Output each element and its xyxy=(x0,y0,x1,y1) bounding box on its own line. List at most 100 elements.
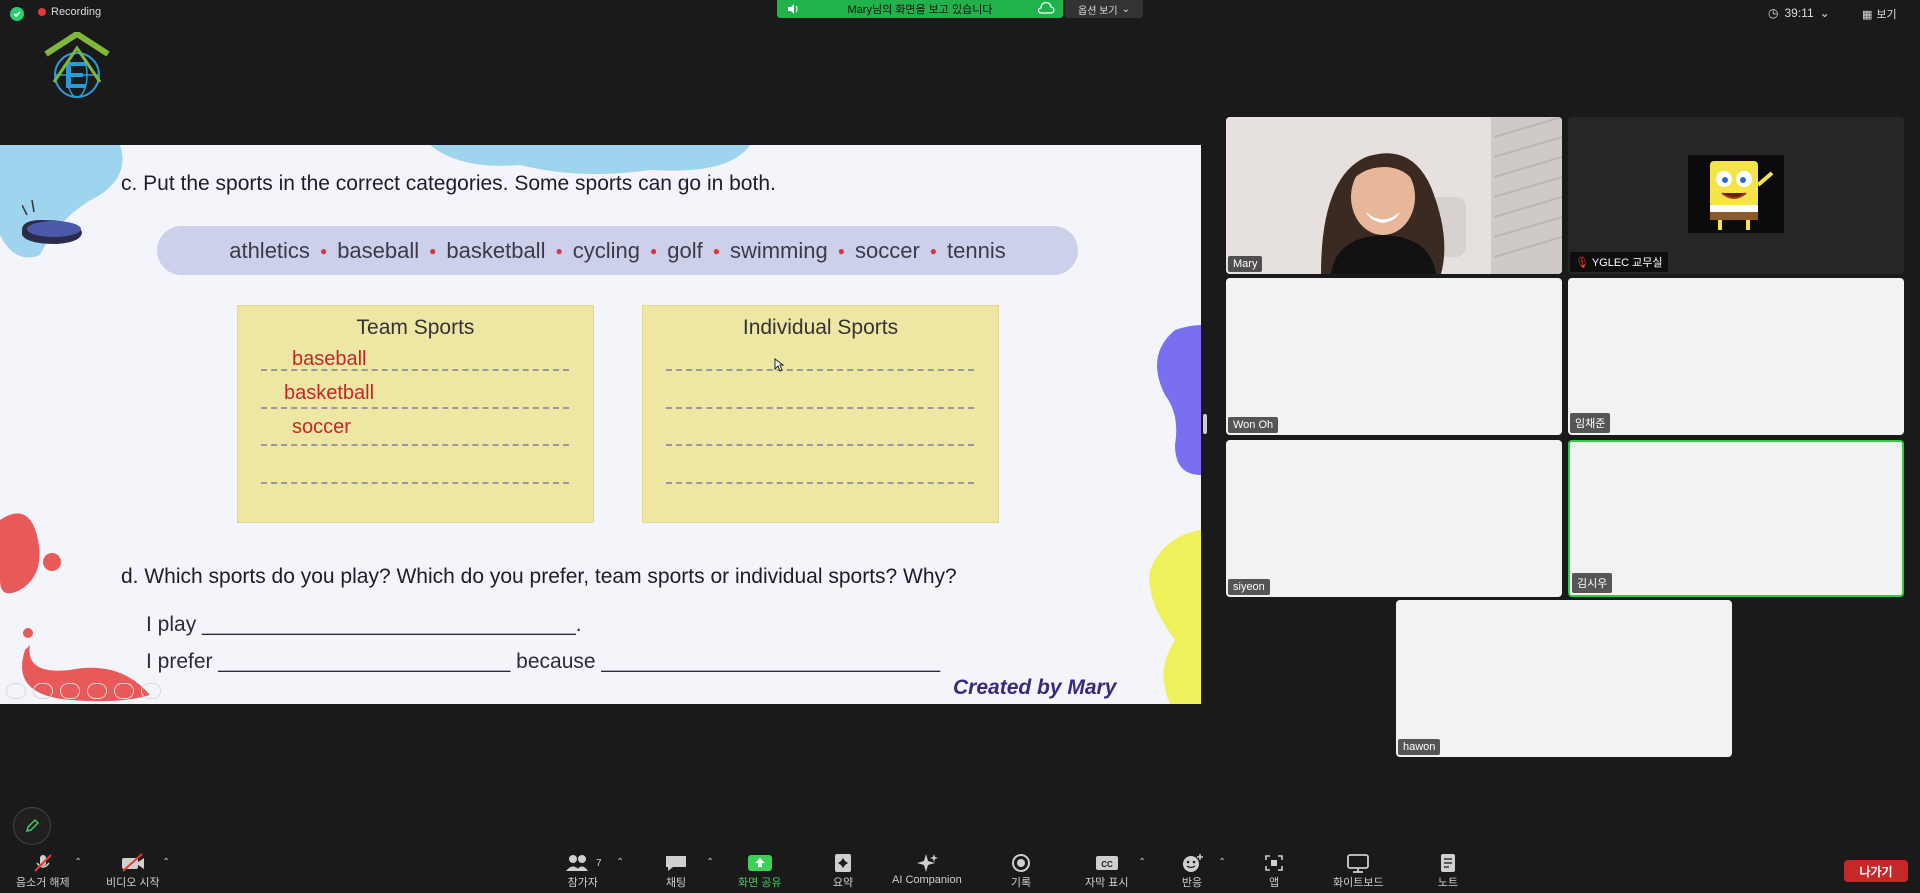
participants-label: 참가자 xyxy=(567,877,598,889)
share-screen-icon xyxy=(747,852,773,874)
organization-logo xyxy=(36,31,118,104)
participant-tile-siyeon[interactable]: siyeon xyxy=(1226,440,1562,597)
prev-slide-button[interactable] xyxy=(6,683,26,699)
participants-caret-icon[interactable]: ⌃ xyxy=(616,857,624,868)
whiteboard-button[interactable]: 화이트보드 xyxy=(1333,852,1384,890)
team-sports-title: Team Sports xyxy=(356,316,475,339)
bullet-icon: ● xyxy=(929,243,938,258)
security-shield-icon[interactable] xyxy=(10,7,24,21)
view-button[interactable]: ▦ 보기 xyxy=(1862,6,1897,22)
reactions-button[interactable]: 반응 xyxy=(1180,852,1204,890)
recording-dot-icon xyxy=(38,8,46,16)
participant-name: YGLEC 교무실 xyxy=(1591,257,1663,269)
participant-tile-won-oh[interactable]: Won Oh xyxy=(1226,278,1562,435)
participant-name-row: 🎙︎ YGLEC 교무실 xyxy=(1570,252,1668,272)
chevron-down-icon: ⌄ xyxy=(1819,6,1830,20)
participants-count: 7 xyxy=(596,857,602,869)
word-bank-item: baseball xyxy=(337,237,420,263)
zoom-tool-button[interactable] xyxy=(114,683,134,699)
summary-icon xyxy=(832,852,854,874)
leave-meeting-button[interactable]: 나가기 xyxy=(1844,860,1908,882)
question-c: c. Put the sports in the correct categor… xyxy=(121,172,776,195)
word-bank-item: athletics xyxy=(229,237,310,263)
pen-tool-button[interactable] xyxy=(60,683,80,699)
start-video-button[interactable]: 비디오 시작 xyxy=(106,852,160,890)
chevron-down-icon: ⌄ xyxy=(1121,3,1130,15)
hockey-puck-icon xyxy=(22,200,82,244)
meeting-timer[interactable]: ◷ 39:11 ⌄ xyxy=(1768,6,1830,20)
team-answer: basketball xyxy=(284,382,375,404)
cloud-icon[interactable] xyxy=(1037,1,1055,18)
prefer-sentence: I prefer _________________________ becau… xyxy=(146,650,941,673)
summary-button[interactable]: 요약 xyxy=(832,852,854,890)
participants-icon: 7 xyxy=(564,852,602,874)
participant-tile-yglec[interactable]: 🎙︎ YGLEC 교무실 xyxy=(1568,117,1904,274)
participant-tile-mary[interactable]: Mary xyxy=(1226,117,1562,274)
unmute-button[interactable]: 음소거 해제 xyxy=(16,852,70,890)
team-sports-box: Team Sports baseball basketball soccer xyxy=(237,305,594,523)
annotate-pencil-button[interactable] xyxy=(13,807,51,845)
word-bank: athletics ● baseball ● basketball ● cycling… xyxy=(157,226,1078,275)
speaker-icon xyxy=(787,3,801,18)
recording-indicator[interactable]: Recording xyxy=(38,6,101,18)
split-resize-handle[interactable] xyxy=(1203,414,1207,434)
answer-line xyxy=(666,407,974,409)
view-label: 보기 xyxy=(1876,9,1897,21)
ai-companion-button[interactable]: AI Companion xyxy=(892,852,962,886)
word-bank-item: soccer xyxy=(855,237,920,263)
bullet-icon: ● xyxy=(429,243,437,258)
ai-companion-label: AI Companion xyxy=(892,874,962,886)
share-screen-button[interactable]: 화면 공유 xyxy=(738,852,782,890)
participant-name: 임채준 xyxy=(1570,413,1611,433)
participant-tile-imchaejun[interactable]: 임채준 xyxy=(1568,278,1904,435)
chat-caret-icon[interactable]: ⌃ xyxy=(706,857,714,868)
team-answer: baseball xyxy=(292,348,367,370)
timer-value: 39:11 xyxy=(1784,6,1814,20)
apps-button[interactable]: 앱 xyxy=(1263,852,1285,890)
participant-tile-kimsiwoo[interactable]: 김시우 xyxy=(1568,440,1904,597)
decor-blob-purple xyxy=(1157,325,1201,475)
summary-label: 요약 xyxy=(832,877,854,889)
view-tool-button[interactable] xyxy=(87,683,107,699)
answer-line xyxy=(666,482,974,484)
answer-line xyxy=(666,369,974,371)
chat-icon xyxy=(664,852,688,874)
word-bank-item: cycling xyxy=(572,237,640,263)
share-banner-text: Mary님의 화면을 보고 있습니다 xyxy=(847,4,993,16)
reactions-caret-icon[interactable]: ⌃ xyxy=(1218,857,1226,868)
notes-button[interactable]: 노트 xyxy=(1437,852,1459,890)
start-video-label: 비디오 시작 xyxy=(106,877,160,889)
clock-icon: ◷ xyxy=(1768,6,1779,20)
participants-button[interactable]: 7 참가자 xyxy=(564,852,602,890)
mouse-cursor-icon xyxy=(774,358,784,372)
audio-options-caret-icon[interactable]: ⌃ xyxy=(74,857,82,868)
next-slide-button[interactable] xyxy=(33,683,53,699)
captions-button[interactable]: CC 자막 표시 xyxy=(1085,852,1129,890)
unmute-label: 음소거 해제 xyxy=(16,877,70,889)
svg-text:CC: CC xyxy=(1101,860,1113,869)
recording-label: Recording xyxy=(51,6,102,18)
individual-sports-box: Individual Sports xyxy=(642,305,999,523)
whiteboard-icon xyxy=(1346,852,1370,874)
video-off-icon xyxy=(120,852,146,874)
slide-navigation[interactable] xyxy=(6,683,161,699)
decor-blob-yellow xyxy=(1149,530,1201,704)
decor-blob-red xyxy=(0,513,150,702)
record-button[interactable]: 기록 xyxy=(1010,852,1032,890)
reactions-label: 반응 xyxy=(1181,877,1203,889)
record-label: 기록 xyxy=(1010,877,1032,889)
more-tool-button[interactable] xyxy=(141,683,161,699)
participant-name: hawon xyxy=(1398,739,1441,755)
participant-name: Won Oh xyxy=(1228,417,1279,433)
view-options-button[interactable]: 옵션 보기 ⌄ xyxy=(1065,0,1143,18)
play-sentence: I play ________________________________. xyxy=(146,613,582,636)
view-options-label: 옵션 보기 xyxy=(1078,5,1118,17)
participant-name: 김시우 xyxy=(1572,573,1613,593)
captions-caret-icon[interactable]: ⌃ xyxy=(1138,857,1146,868)
chat-button[interactable]: 채팅 xyxy=(664,852,688,890)
mary-video-feed xyxy=(1226,117,1562,274)
video-options-caret-icon[interactable]: ⌃ xyxy=(162,857,170,868)
participant-tile-hawon[interactable]: hawon xyxy=(1396,600,1732,757)
word-bank-item: tennis xyxy=(947,237,1006,263)
bullet-icon: ● xyxy=(319,243,328,258)
